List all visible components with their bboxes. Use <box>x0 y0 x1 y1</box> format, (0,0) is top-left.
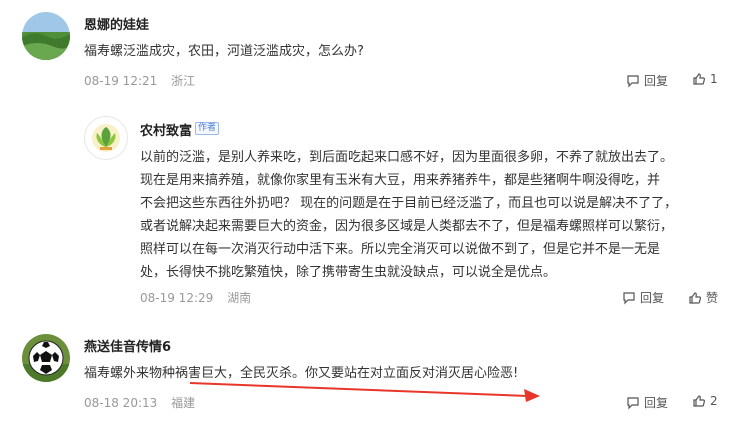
like-label: 赞 <box>706 291 719 305</box>
comment-meta: 08-19 12:21 浙江 <box>84 72 205 89</box>
reply-button[interactable]: 回复 <box>626 394 668 411</box>
comment-icon <box>627 74 639 87</box>
text-line: 照样可以在每一次消灭行动中活下来。所以完全消灭可以说做不到了，但是它并不是一无是 <box>140 242 661 257</box>
comment-location: 浙江 <box>171 74 196 88</box>
text-line: 现在是用来搞养殖，就像你家里有玉米有大豆，用来养猪养牛，都是些猪啊牛啊没得吃，并 <box>140 173 661 188</box>
like-button[interactable]: 1 <box>692 72 718 86</box>
comment-icon <box>623 291 635 304</box>
avatar[interactable] <box>84 116 128 160</box>
reply-button[interactable]: 回复 <box>626 72 668 89</box>
comment-date: 08-19 12:21 <box>84 74 158 88</box>
comment-username[interactable]: 恩娜的娃娃 <box>84 14 149 33</box>
like-button[interactable]: 赞 <box>688 289 718 306</box>
comment-text: 福寿螺外来物种祸害巨大，全民灭杀。你又要站在对立面反对消灭居心险恶! <box>84 366 519 381</box>
comment-icon <box>627 396 639 409</box>
comment-text: 以前的泛滥，是别人养来吃，到后面吃起来口感不好，因为里面很多卵，不养了就放出去了… <box>140 146 730 284</box>
avatar[interactable] <box>22 334 70 382</box>
author-badge: 作者 <box>195 122 220 135</box>
text-line: 处，长得快不挑吃繁殖快，除了携带寄生虫就没缺点，可以说全是优点。 <box>140 265 557 280</box>
reply-label: 回复 <box>640 291 665 305</box>
reply-label: 回复 <box>644 74 669 88</box>
comment-meta: 08-18 20:13 福建 <box>84 394 205 411</box>
avatar[interactable] <box>22 12 70 60</box>
thumbs-up-icon <box>689 291 702 304</box>
like-count: 1 <box>710 72 718 86</box>
comment-date: 08-18 20:13 <box>84 396 158 410</box>
text-line: 或者说解决起来需要巨大的资金，因为很多区域是人类都去不了，但是福寿螺照样可以繁衍… <box>140 219 674 234</box>
comment-meta: 08-19 12:29 湖南 <box>140 289 261 306</box>
text-line: 以前的泛滥，是别人养来吃，到后面吃起来口感不好，因为里面很多卵，不养了就放出去了… <box>140 150 674 165</box>
comment-location: 湖南 <box>227 291 252 305</box>
comment-username[interactable]: 农村致富 <box>140 120 192 139</box>
comment-username[interactable]: 燕送佳音传情6 <box>84 336 171 355</box>
reply-label: 回复 <box>644 396 669 410</box>
like-count: 2 <box>710 394 718 408</box>
comment-date: 08-19 12:29 <box>140 291 214 305</box>
like-button[interactable]: 2 <box>692 394 718 408</box>
text-line: 不会把这些东西往外扔吧？ 现在的问题是在于目前已经泛滥了，而且也可以说是解决不了… <box>140 196 678 211</box>
reply-button[interactable]: 回复 <box>622 289 664 306</box>
thumbs-up-icon <box>693 395 706 407</box>
comment-text: 福寿螺泛滥成灾，农田，河道泛滥成灾，怎么办? <box>84 44 364 59</box>
comment-location: 福建 <box>171 396 196 410</box>
thumbs-up-icon <box>693 73 706 85</box>
